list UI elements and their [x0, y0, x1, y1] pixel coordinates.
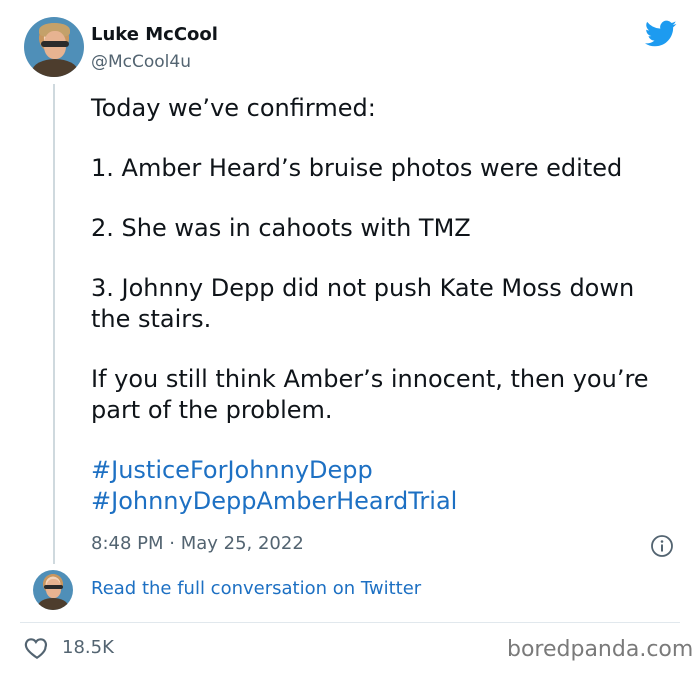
author-handle[interactable]: @McCool4u — [91, 52, 191, 72]
reply-avatar[interactable] — [33, 570, 73, 610]
tweet-paragraph: 3. Johnny Depp did not push Kate Moss do… — [91, 274, 635, 333]
avatar[interactable] — [24, 17, 84, 77]
boredpanda-watermark: boredpanda.com — [507, 637, 694, 662]
hashtag-link[interactable]: #JohnnyDeppAmberHeardTrial — [91, 487, 457, 515]
tweet-paragraph: 1. Amber Heard’s bruise photos were edit… — [91, 154, 623, 182]
avatar-sunglasses — [41, 41, 69, 47]
info-icon[interactable] — [650, 534, 674, 558]
author-name[interactable]: Luke McCool — [91, 24, 218, 45]
tweet-body: Today we’ve confirmed: 1. Amber Heard’s … — [91, 93, 681, 517]
heart-icon[interactable] — [24, 636, 50, 660]
read-conversation-link[interactable]: Read the full conversation on Twitter — [91, 578, 421, 599]
like-count: 18.5K — [62, 637, 114, 658]
hashtag-block: #JusticeForJohnnyDepp #JohnnyDeppAmberHe… — [91, 455, 681, 517]
tweet-paragraph: 2. She was in cahoots with TMZ — [91, 214, 471, 242]
avatar-shirt — [38, 598, 68, 610]
thread-line — [53, 84, 55, 564]
tweet-card: Luke McCool @McCool4u Today we’ve confir… — [0, 0, 700, 675]
tweet-timestamp[interactable]: 8:48 PM · May 25, 2022 — [91, 533, 304, 554]
tweet-paragraph: If you still think Amber’s innocent, the… — [91, 365, 649, 424]
hashtag-link[interactable]: #JusticeForJohnnyDepp — [91, 456, 373, 484]
avatar-shirt — [32, 59, 78, 77]
tweet-paragraph: Today we’ve confirmed: — [91, 94, 376, 122]
twitter-bird-icon[interactable] — [645, 20, 677, 48]
footer-divider — [20, 622, 680, 623]
avatar-sunglasses — [44, 585, 63, 589]
